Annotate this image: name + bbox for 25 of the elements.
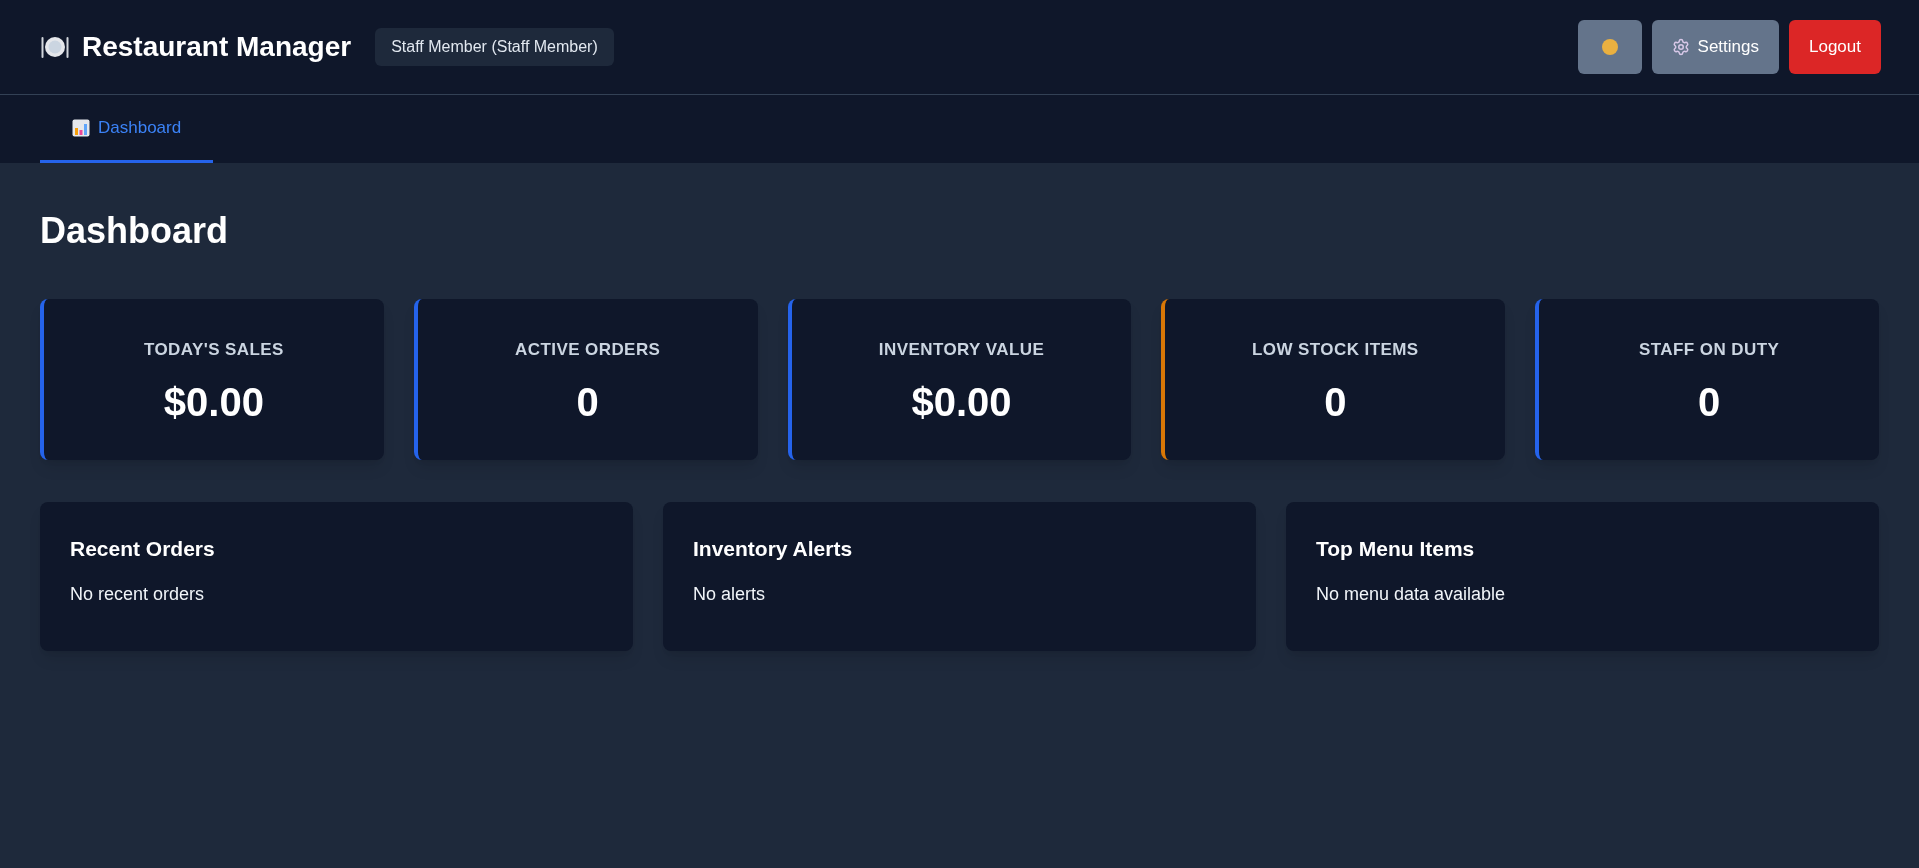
panel-title: Inventory Alerts bbox=[693, 538, 853, 559]
app-title: Restaurant Manager bbox=[82, 30, 352, 64]
panel-message: No recent orders bbox=[70, 585, 205, 603]
panel-message: No alerts bbox=[693, 585, 766, 603]
panel-title: Top Menu Items bbox=[1316, 538, 1475, 559]
stat-value: 0 bbox=[576, 382, 599, 423]
bar-chart-icon bbox=[72, 118, 90, 137]
stat-value: $0.00 bbox=[911, 382, 1012, 423]
panel-title: Recent Orders bbox=[70, 538, 215, 559]
settings-button[interactable]: Settings bbox=[1651, 20, 1779, 74]
gear-icon bbox=[1671, 38, 1690, 56]
stat-label: TODAY'S SALES bbox=[143, 338, 284, 361]
page-title: Dashboard bbox=[40, 213, 230, 249]
stat-value: $0.00 bbox=[163, 382, 264, 423]
logout-button[interactable]: Logout bbox=[1789, 20, 1881, 74]
stat-label: STAFF ON DUTY bbox=[1638, 338, 1780, 361]
stat-label: ACTIVE ORDERS bbox=[515, 338, 661, 361]
stat-label: LOW STOCK ITEMS bbox=[1251, 338, 1419, 361]
stat-label: INVENTORY VALUE bbox=[878, 338, 1045, 361]
user-badge: Staff Member (Staff Member) bbox=[375, 28, 614, 66]
theme-toggle-button[interactable] bbox=[1577, 20, 1642, 74]
panel-message: No menu data available bbox=[1316, 585, 1506, 603]
nav-tab[interactable]: Dashboard bbox=[40, 95, 214, 163]
stat-value: 0 bbox=[1324, 382, 1347, 423]
stat-value: 0 bbox=[1697, 382, 1721, 423]
